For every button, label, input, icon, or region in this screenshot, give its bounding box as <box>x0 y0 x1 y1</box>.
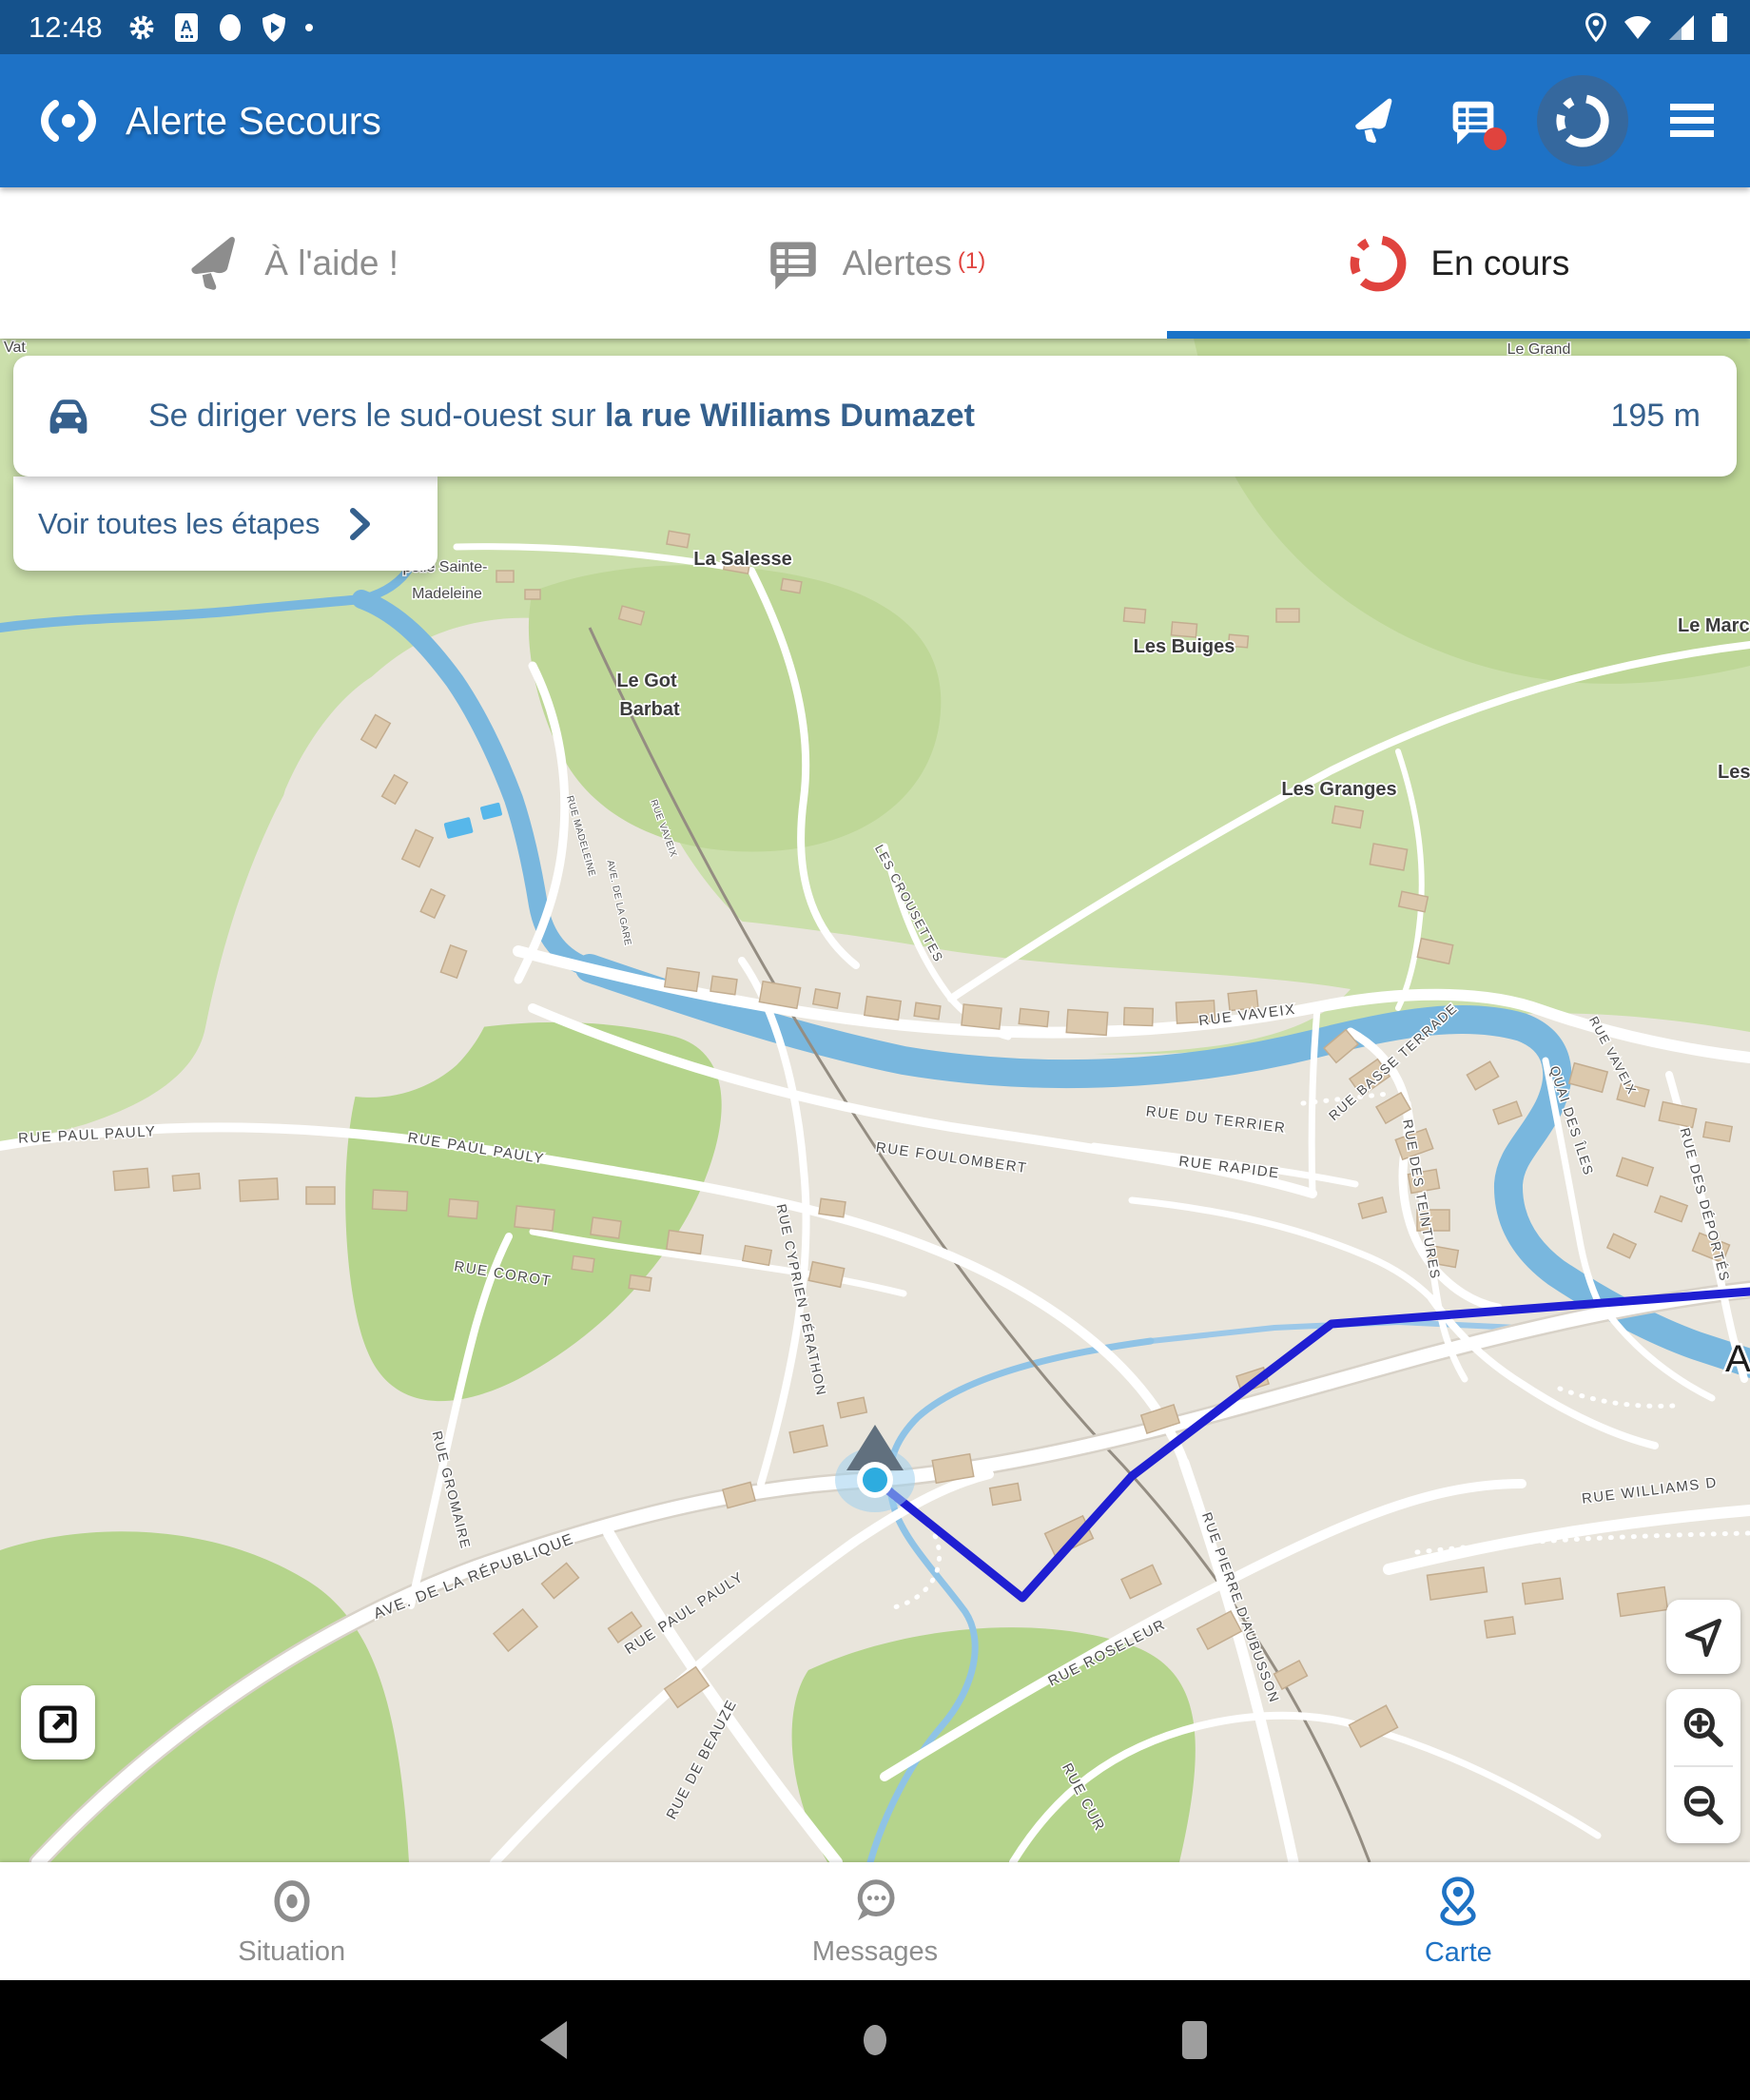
zoom-out-button[interactable] <box>1666 1767 1740 1843</box>
alerts-messages-button[interactable] <box>1438 86 1508 156</box>
android-back-button[interactable] <box>396 2017 715 2063</box>
nav-item-label: Carte <box>1425 1937 1492 1969</box>
zoom-out-icon <box>1680 1781 1727 1829</box>
home-circle-icon <box>854 2015 896 2065</box>
battery-icon <box>1710 11 1729 44</box>
location-pin-icon <box>1583 11 1609 44</box>
instruction-road: la rue Williams Dumazet <box>605 398 975 434</box>
unread-badge <box>1484 127 1507 150</box>
open-external-map-button[interactable] <box>21 1685 95 1760</box>
place-label: Madeleine <box>412 586 482 602</box>
shield-play-icon <box>261 12 287 43</box>
nav-item-messages[interactable]: Messages <box>583 1862 1166 1980</box>
chevron-right-icon <box>348 505 373 543</box>
svg-text:A: A <box>180 17 191 35</box>
recents-square-icon <box>1174 2015 1215 2065</box>
place-label: Barbat <box>619 699 680 720</box>
hamburger-icon <box>1668 100 1716 142</box>
target-icon <box>266 1876 318 1927</box>
tab-en-cours[interactable]: En cours <box>1167 187 1750 339</box>
nav-item-label: Situation <box>238 1936 345 1968</box>
app-title: Alerte Secours <box>126 99 381 144</box>
place-label: Vat <box>4 340 26 356</box>
wifi-icon <box>1623 12 1653 43</box>
tab-label: En cours <box>1430 243 1569 283</box>
megaphone-icon <box>185 234 243 293</box>
open-external-icon <box>35 1700 81 1745</box>
nav-item-label: Messages <box>812 1936 938 1968</box>
navigation-arrow-icon <box>1680 1613 1727 1661</box>
circle-status-icon <box>217 12 243 43</box>
nav-item-carte[interactable]: Carte <box>1167 1862 1750 1980</box>
notification-icons: A <box>127 12 314 43</box>
clock: 12:48 <box>29 10 103 45</box>
map-pin-icon <box>1431 1875 1485 1928</box>
place-label: Les <box>1718 762 1750 783</box>
app-screen: 12:48 A <box>0 0 1750 2100</box>
android-recents-button[interactable] <box>1035 2015 1354 2065</box>
zoom-in-button[interactable] <box>1666 1689 1740 1765</box>
system-status-icons <box>1583 11 1729 44</box>
alert-count-badge: (1) <box>958 248 985 274</box>
tab-label: Alertes <box>843 243 952 282</box>
tab-bar: À l'aide ! Alertes(1) En cours <box>0 187 1750 339</box>
megaphone-icon <box>1350 96 1399 146</box>
zoom-controls <box>1666 1689 1740 1843</box>
nav-item-situation[interactable]: Situation <box>0 1862 583 1980</box>
town-label: Au <box>1725 1338 1750 1380</box>
status-bar: 12:48 A <box>0 0 1750 54</box>
gear-icon <box>127 13 156 42</box>
tab-label: À l'aide ! <box>264 243 399 283</box>
menu-button[interactable] <box>1657 86 1727 156</box>
tab-a-laide[interactable]: À l'aide ! <box>0 187 583 339</box>
android-home-button[interactable] <box>715 2015 1035 2065</box>
instruction-text: Se diriger vers le sud-ouest sur la rue … <box>148 398 975 435</box>
progress-ring-icon <box>1347 232 1410 295</box>
all-steps-button[interactable]: Voir toutes les étapes <box>13 476 438 571</box>
back-triangle-icon <box>535 2017 576 2063</box>
all-steps-label: Voir toutes les étapes <box>38 507 320 541</box>
tab-alertes[interactable]: Alertes(1) <box>583 187 1166 339</box>
chat-list-icon <box>765 235 822 292</box>
place-label: Les Buiges <box>1134 636 1235 657</box>
progress-ring-icon <box>1553 91 1612 150</box>
car-icon <box>42 392 95 441</box>
speech-bubble-icon <box>849 1876 901 1927</box>
place-label: Le Marc <box>1678 615 1750 636</box>
in-progress-spinner-button[interactable] <box>1537 75 1628 166</box>
bottom-navigation: Situation Messages Carte <box>0 1862 1750 1980</box>
recenter-compass-button[interactable] <box>1666 1600 1740 1674</box>
autofill-a-icon: A <box>173 12 200 43</box>
alerte-secours-logo-icon <box>38 90 99 151</box>
app-bar: Alerte Secours <box>0 54 1750 187</box>
dot-status-icon <box>304 23 314 32</box>
place-label: Le Got <box>616 671 677 691</box>
place-label: Les Granges <box>1281 779 1396 800</box>
signal-icon <box>1666 12 1697 43</box>
navigation-instruction-card[interactable]: Se diriger vers le sud-ouest sur la rue … <box>13 356 1737 476</box>
zoom-in-icon <box>1680 1703 1727 1751</box>
place-label: La Salesse <box>693 549 791 570</box>
android-navigation-bar <box>0 1980 1750 2100</box>
megaphone-button[interactable] <box>1339 86 1410 156</box>
instruction-distance: 195 m <box>1611 398 1701 435</box>
